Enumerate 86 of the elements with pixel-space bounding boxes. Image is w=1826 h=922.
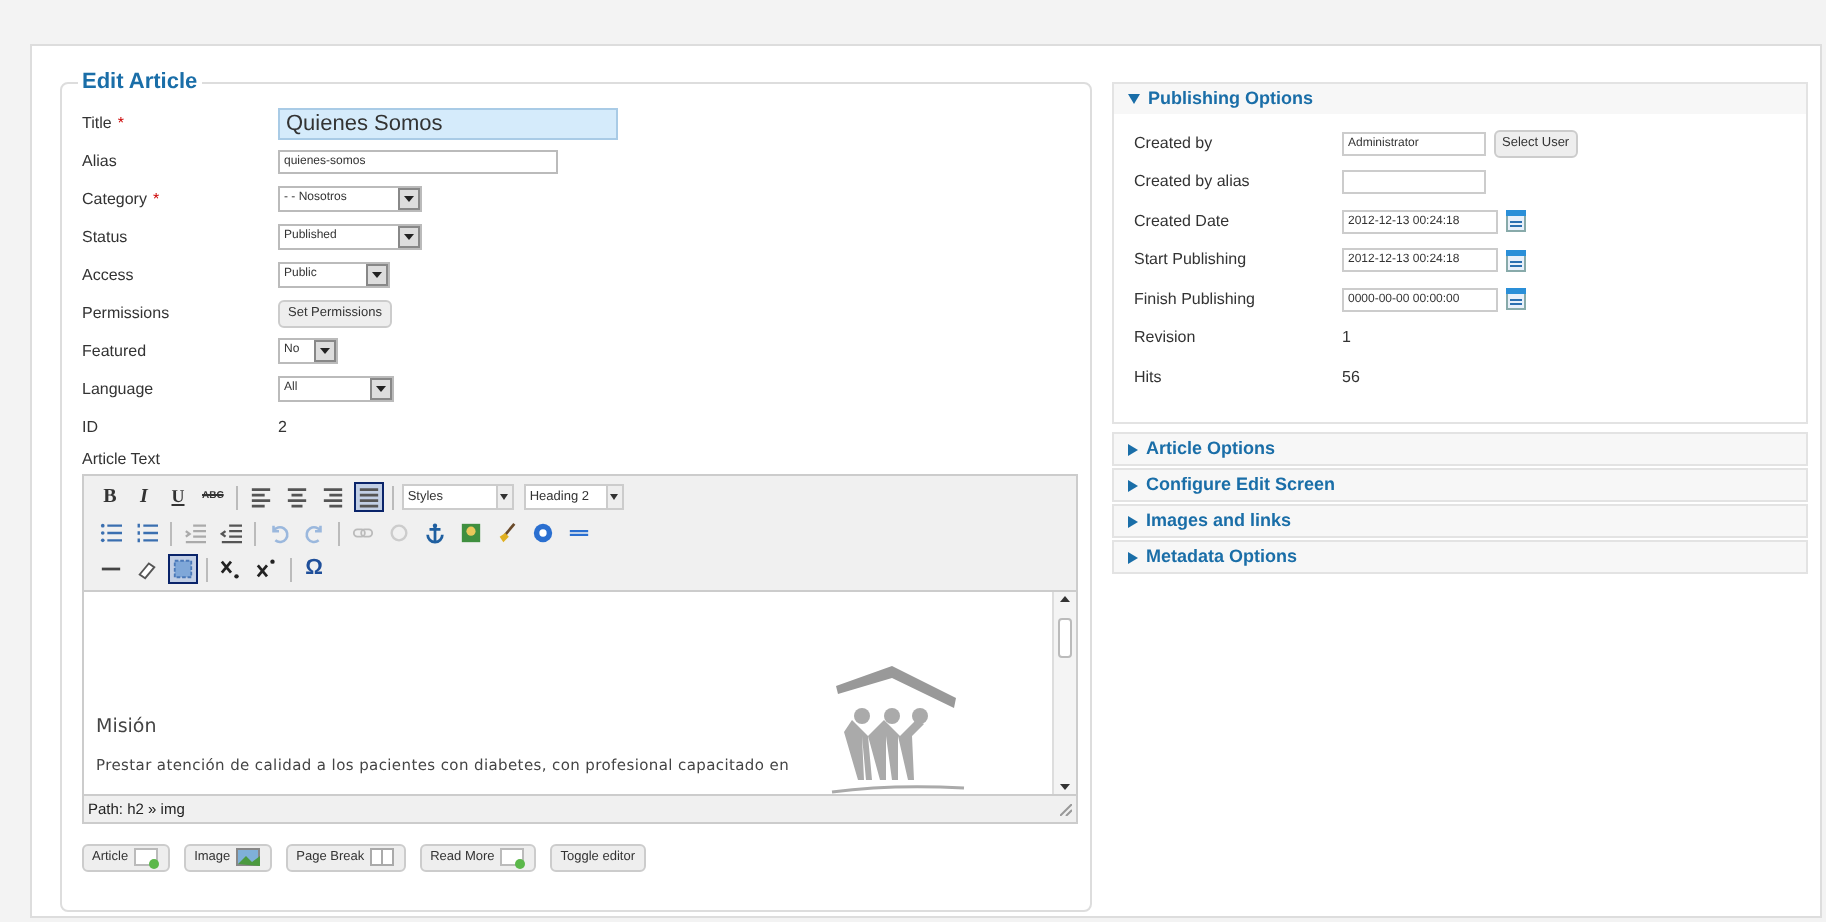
field-label: Alias: [82, 149, 119, 173]
caret-right-icon: [1128, 443, 1138, 455]
panel-header[interactable]: Configure Edit Screen: [1114, 470, 1806, 500]
caret-right-icon: [1128, 551, 1138, 563]
field-value: 56: [1342, 365, 1360, 390]
editor-label: Article Text: [82, 448, 162, 472]
align-right-icon: [321, 486, 344, 508]
help-icon: [532, 522, 554, 544]
image-icon: [236, 847, 263, 869]
caret-icon: [610, 494, 619, 500]
document-plus-icon: [134, 847, 161, 869]
bullet-list-icon: [100, 522, 122, 544]
field-label: Finish Publishing: [1134, 287, 1257, 312]
visual-aid-icon: [172, 558, 194, 580]
field-label: Permissions: [82, 301, 172, 325]
resize-grip-icon[interactable]: [1060, 803, 1072, 815]
subscript-icon: [220, 558, 242, 580]
brush-icon: [496, 522, 518, 544]
caret-down-icon: [1128, 94, 1140, 104]
calendar-icon[interactable]: [1506, 249, 1526, 272]
field-label: Hits: [1134, 365, 1164, 390]
anchor-button[interactable]: [420, 518, 450, 548]
indent-icon: [220, 522, 242, 544]
bold-button[interactable]: B: [96, 483, 124, 511]
people-logo-icon: [828, 664, 968, 796]
field-label: Access: [82, 263, 136, 287]
field-label: Category: [82, 187, 147, 211]
panel-header[interactable]: Article Options: [1114, 434, 1806, 464]
undo-icon: [268, 522, 290, 544]
italic-button[interactable]: I: [130, 483, 158, 511]
calendar-icon[interactable]: [1506, 210, 1526, 233]
field-label: Featured: [82, 339, 149, 363]
panel-header[interactable]: Metadata Options: [1114, 542, 1806, 572]
help-button[interactable]: [528, 518, 558, 548]
numbered-list-button[interactable]: [132, 518, 162, 548]
outdent-icon: [184, 522, 206, 544]
content-heading: Misión: [96, 716, 157, 740]
caret-right-icon: [1128, 515, 1138, 527]
field-label: Language: [82, 377, 156, 401]
dropdown-icon: [370, 378, 392, 400]
visual-aid-button[interactable]: [168, 554, 198, 584]
field-label: Created by: [1134, 131, 1215, 156]
caret-icon: [500, 494, 509, 500]
underline-button[interactable]: U: [164, 483, 192, 511]
bullet-list-button[interactable]: [96, 518, 126, 548]
anchor-icon: [424, 522, 446, 544]
align-justify-icon: [357, 486, 380, 508]
field-label: Title: [82, 111, 112, 135]
field-label: Created by alias: [1134, 170, 1252, 195]
indent-button[interactable]: [216, 518, 246, 548]
image-button[interactable]: [456, 518, 486, 548]
scroll-thumb[interactable]: [1058, 618, 1072, 658]
image-icon: [460, 522, 482, 544]
redo-icon: [304, 522, 326, 544]
dropdown-icon: [366, 264, 388, 286]
panel-header[interactable]: Publishing Options: [1114, 84, 1806, 114]
field-value: 1: [1342, 326, 1351, 351]
page-break-icon: [370, 847, 397, 869]
dropdown-icon: [398, 188, 420, 210]
title-field[interactable]: Quienes Somos: [278, 107, 618, 139]
caret-right-icon: [1128, 479, 1138, 491]
scroll-up-icon[interactable]: [1060, 596, 1070, 602]
field-label: Created Date: [1134, 209, 1232, 234]
field-label: ID: [82, 415, 100, 439]
align-left-icon: [249, 486, 272, 508]
required-marker: *: [152, 187, 160, 211]
align-justify-button[interactable]: [353, 482, 384, 512]
scrollbar[interactable]: [1052, 592, 1076, 794]
document-plus-icon: [500, 847, 527, 869]
field-label: Start Publishing: [1134, 248, 1249, 273]
special-character-button[interactable]: Ω: [300, 555, 328, 583]
superscript-icon: [256, 558, 278, 580]
alias-field[interactable]: [1342, 170, 1486, 195]
eraser-icon: [136, 558, 158, 580]
dropdown-icon: [398, 226, 420, 248]
field-label: Revision: [1134, 326, 1198, 351]
link-icon: [352, 522, 374, 544]
field-label: Status: [82, 225, 130, 249]
scroll-down-icon[interactable]: [1060, 784, 1070, 790]
required-marker: *: [117, 111, 124, 135]
calendar-icon[interactable]: [1506, 288, 1526, 311]
panel-header[interactable]: Images and links: [1114, 506, 1806, 536]
dropdown-icon: [314, 340, 336, 362]
align-center-icon: [285, 486, 308, 508]
numbered-list-icon: [136, 522, 158, 544]
id-value: 2: [278, 415, 287, 439]
